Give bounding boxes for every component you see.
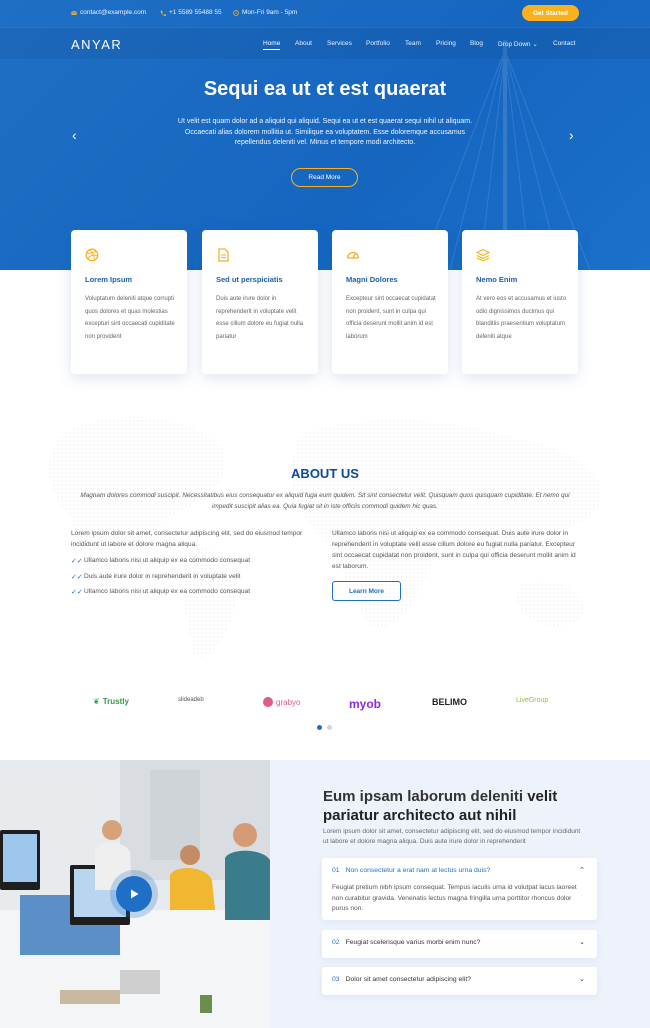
nav-item-portfolio[interactable]: Portfolio <box>366 40 390 47</box>
service-text: At vero eos et accusamus et iusto odio d… <box>476 296 567 340</box>
carousel-next-button[interactable]: › <box>569 127 574 143</box>
faq-item[interactable]: 01 Non consectetur a erat nam at lectus u… <box>322 858 597 920</box>
about-intro: Magnam dolores commodi suscipit. Necessi… <box>80 492 570 510</box>
site-logo[interactable]: ANYAR <box>71 37 122 52</box>
about-right-text: Ullamco laboris nisi ut aliquip ex ea co… <box>332 530 576 570</box>
service-card[interactable]: Lorem Ipsum Voluptatum deleniti atque co… <box>71 230 187 374</box>
nav-item-dropdown-label: Drop Down <box>498 41 531 48</box>
nav-item-services[interactable]: Services <box>327 40 352 47</box>
faq-answer: Feugiat pretium nibh ipsum consequat. Te… <box>332 884 577 912</box>
double-check-icon: ✓✓ <box>71 589 83 596</box>
service-text: Duis aute irure dolor in reprehenderit i… <box>216 296 304 340</box>
faq-item[interactable]: 03 Dolor sit amet consectetur adipiscing … <box>322 967 597 995</box>
client-name: LiveGroup <box>516 697 549 704</box>
chevron-down-icon: ⌄ <box>532 41 538 48</box>
hero-text: Ut velit est quam dolor ad a aliquid qui… <box>177 118 473 146</box>
read-more-button[interactable]: Read More <box>291 168 358 187</box>
faq-question-text: Non consectetur a erat nam at lectus urn… <box>345 867 491 874</box>
double-check-icon: ✓✓ <box>71 573 83 581</box>
grabyo-circle-icon <box>263 697 273 707</box>
client-logo-slideadeb[interactable]: slideadeb <box>178 697 204 703</box>
dribbble-icon <box>85 248 99 262</box>
chevron-left-icon: ‹ <box>72 127 77 143</box>
faq-subtitle: Lorem ipsum dolor sit amet, consectetur … <box>323 828 581 845</box>
top-bar: contact@example.com +1 5589 55488 55 Mon… <box>0 0 650 27</box>
carousel-prev-button[interactable]: ‹ <box>72 127 77 143</box>
service-title: Nemo Enim <box>476 275 518 284</box>
envelope-icon <box>71 10 77 15</box>
faq-number: 03 <box>332 976 340 983</box>
nav-item-dropdown[interactable]: Drop Down ⌄ <box>498 40 538 48</box>
contact-phone[interactable]: +1 5589 55488 55 <box>160 9 222 16</box>
faq-number: 01 <box>332 867 340 874</box>
chevron-down-icon: ⌄ <box>579 976 585 983</box>
nav-item-blog[interactable]: Blog <box>470 40 483 47</box>
service-card[interactable]: Sed ut perspiciatis Duis aute irure dolo… <box>202 230 318 374</box>
client-name: slideadeb <box>178 697 204 703</box>
office-hours: Mon-Fri 9am - 5pm <box>233 9 297 16</box>
client-name: BELIMO <box>432 697 467 707</box>
file-icon <box>218 248 229 262</box>
get-started-button[interactable]: Get Started <box>522 5 579 21</box>
list-item-text: Duis aute irure dolor in reprehenderit i… <box>84 572 241 580</box>
client-logo-grabyo[interactable]: grabyo <box>263 697 300 707</box>
chevron-up-icon: ⌃ <box>579 867 585 874</box>
service-text: Voluptatum deleniti atque corrupti quos … <box>85 296 175 340</box>
nav-item-contact[interactable]: Contact <box>553 40 575 47</box>
contact-phone-text: +1 5589 55488 55 <box>169 9 222 16</box>
play-icon <box>131 889 139 899</box>
faq-title-normal: Eum ipsam laborum deleniti <box>323 788 528 805</box>
client-logo-trustly[interactable]: ❦ Trustly <box>93 697 129 706</box>
contact-email-text: contact@example.com <box>80 9 147 16</box>
office-hours-text: Mon-Fri 9am - 5pm <box>242 9 298 16</box>
play-video-button[interactable] <box>116 876 152 912</box>
service-title: Sed ut perspiciatis <box>216 275 283 284</box>
chevron-down-icon: ⌄ <box>579 939 585 946</box>
carousel-dot[interactable] <box>327 725 332 730</box>
client-name: myob <box>349 697 382 711</box>
service-card[interactable]: Magni Dolores Excepteur sint occaecat cu… <box>332 230 448 374</box>
trustly-leaf-icon: ❦ <box>93 697 100 706</box>
tachometer-icon <box>346 251 360 259</box>
faq-question-text: Dolor sit amet consectetur adipiscing el… <box>345 976 471 983</box>
faq-question: 02 Feugiat scelerisque varius morbi enim … <box>332 939 480 946</box>
about-checklist: ✓✓ Ullamco laboris nisi ut aliquip ex ea … <box>71 557 250 604</box>
nav-item-team[interactable]: Team <box>405 40 421 47</box>
hero-title: Sequi ea ut et est quaerat <box>203 78 447 100</box>
faq-question: 01 Non consectetur a erat nam at lectus u… <box>332 867 490 874</box>
faq-number: 02 <box>332 939 340 946</box>
clock-icon <box>233 9 239 16</box>
service-text: Excepteur sint occaecat cupidatat non pr… <box>346 296 436 340</box>
contact-email[interactable]: contact@example.com <box>71 9 146 16</box>
service-card[interactable]: Nemo Enim At vero eos et accusamus et iu… <box>462 230 578 374</box>
chevron-right-icon: › <box>569 127 574 143</box>
carousel-dot-active[interactable] <box>317 725 322 730</box>
about-left-text: Lorem ipsum dolor sit amet, consectetur … <box>71 530 303 548</box>
faq-item[interactable]: 02 Feugiat scelerisque varius morbi enim … <box>322 930 597 958</box>
client-logo-myob[interactable]: myob <box>349 697 381 711</box>
client-name: Trustly <box>102 697 129 706</box>
layers-icon <box>476 248 490 262</box>
service-title: Magni Dolores <box>346 275 398 284</box>
list-item-text: Ullamco laboris nisi ut aliquip ex ea co… <box>84 557 251 564</box>
client-logo-belimo[interactable]: BELIMO <box>432 697 467 707</box>
nav-item-pricing[interactable]: Pricing <box>436 40 456 47</box>
list-item: ✓✓ Ullamco laboris nisi ut aliquip ex ea … <box>71 557 250 573</box>
phone-icon <box>160 10 166 16</box>
list-item-text: Ullamco laboris nisi ut aliquip ex ea co… <box>84 588 251 595</box>
about-title: ABOUT US <box>291 466 359 481</box>
faq-question-text: Feugiat scelerisque varius morbi enim nu… <box>345 939 481 946</box>
learn-more-button[interactable]: Learn More <box>332 581 401 601</box>
main-navbar: ANYAR Home About Services Portfolio Team… <box>0 27 650 59</box>
client-name: grabyo <box>276 697 301 707</box>
nav-item-about[interactable]: About <box>295 40 312 47</box>
faq-title: Eum ipsam laborum deleniti velit pariatu… <box>323 787 613 825</box>
faq-question: 03 Dolor sit amet consectetur adipiscing … <box>332 976 471 983</box>
list-item: ✓✓ Duis aute irure dolor in reprehenderit… <box>71 573 250 589</box>
nav-item-home[interactable]: Home <box>263 40 281 50</box>
client-logo-livegroup[interactable]: LiveGroup <box>516 697 548 704</box>
service-title: Lorem Ipsum <box>85 275 133 284</box>
list-item: ✓✓ Ullamco laboris nisi ut aliquip ex ea … <box>71 588 250 604</box>
double-check-icon: ✓✓ <box>71 558 83 565</box>
